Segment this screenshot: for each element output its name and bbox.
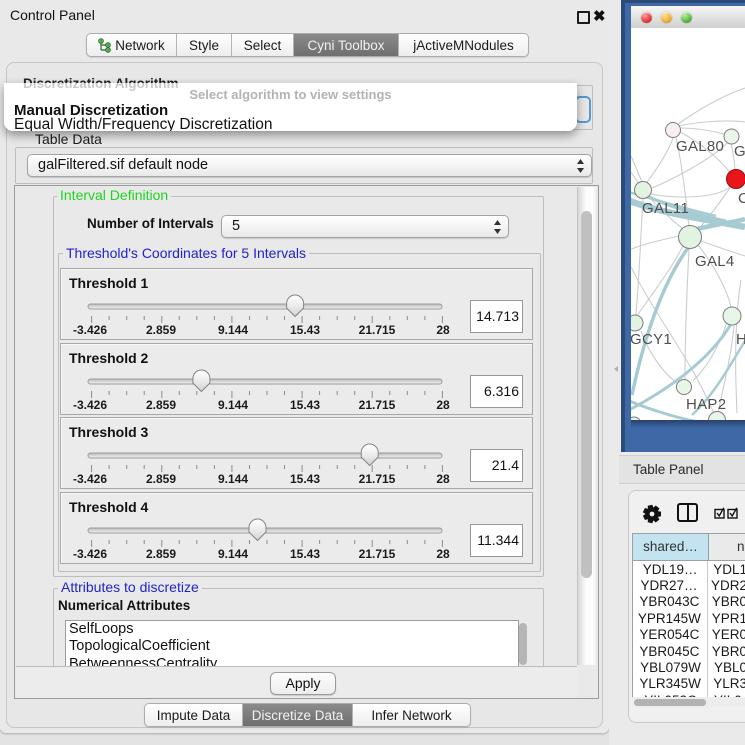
svg-text:C: C xyxy=(738,190,745,207)
svg-text:GA: GA xyxy=(734,143,745,160)
svg-text:GAL4: GAL4 xyxy=(695,253,735,270)
svg-text:GAL11: GAL11 xyxy=(642,200,689,217)
svg-text:HAP2: HAP2 xyxy=(686,396,726,413)
svg-text:GAL80: GAL80 xyxy=(676,138,724,155)
svg-text:H: H xyxy=(736,331,745,348)
svg-text:GCY1: GCY1 xyxy=(631,331,672,348)
